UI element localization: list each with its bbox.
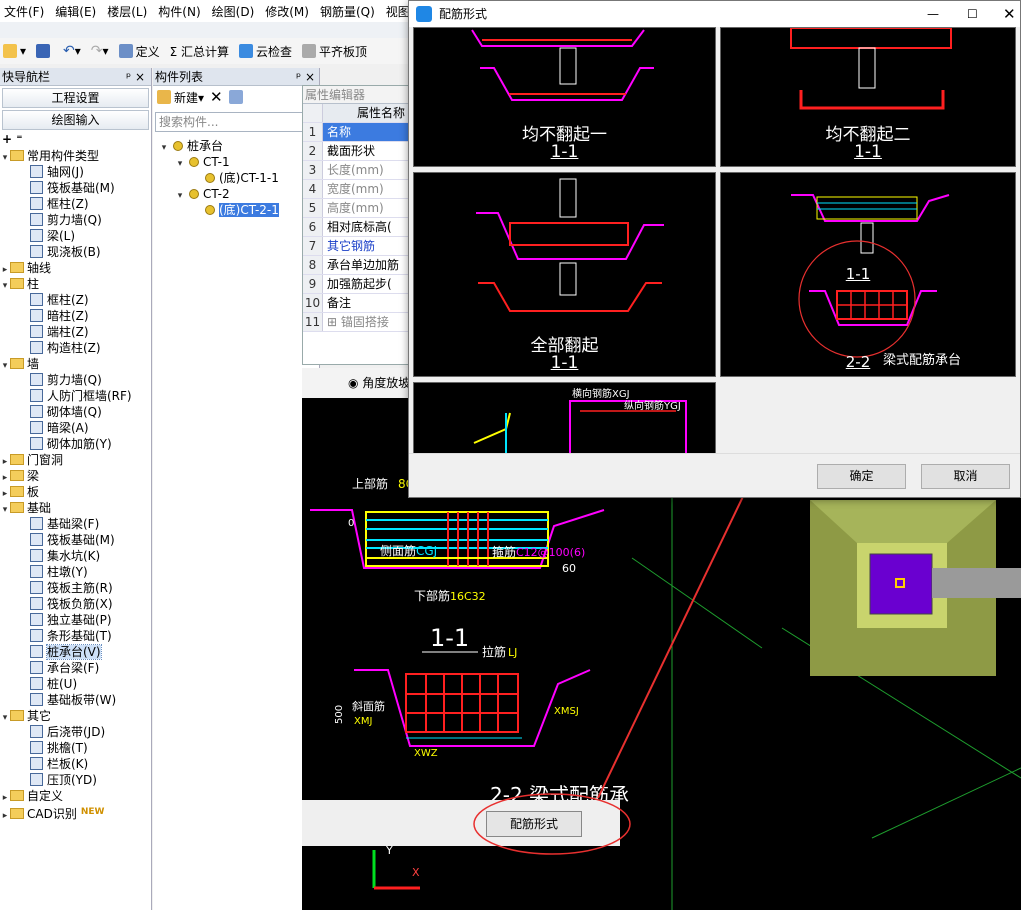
close-button[interactable]: ✕	[1003, 1, 1016, 27]
thumb-4-section-1: 1-1	[845, 265, 871, 283]
thumb-drawing-5	[473, 400, 687, 453]
thumb-4-caption: 梁式配筋承台	[883, 353, 962, 368]
thumb-3-section: 1-1	[550, 353, 579, 373]
dialog-footer: 确定 取消	[409, 453, 1020, 497]
dialog-thumbnails: 均不翻起一 1-1 均不翻起二 1-1 全部翻起 1-1 1-1 2-2 梁式配…	[409, 27, 1020, 453]
thumb-all-bend[interactable]: 全部翻起 1-1	[413, 172, 716, 377]
thumb-no-bend-2[interactable]: 均不翻起二 1-1	[720, 27, 1016, 167]
dialog-title: 配筋形式	[439, 7, 488, 21]
thumb-2-section: 1-1	[854, 142, 882, 162]
cancel-button[interactable]: 取消	[921, 464, 1010, 489]
dialog-titlebar: 配筋形式 — ☐ ✕	[409, 1, 1020, 27]
reinforcement-form-dialog: 配筋形式 — ☐ ✕ 均不翻起一 1-1 均不翻起二 1-1 全部翻起 1-1 …	[408, 0, 1021, 498]
thumb-beam-style-cap[interactable]: 1-1 2-2 梁式配筋承台	[720, 172, 1016, 377]
thumb-4-section-2: 2-2	[845, 353, 871, 371]
thumb-5-label-a: 横向钢筋XGJ	[572, 389, 630, 400]
thumb-no-bend-1[interactable]: 均不翻起一 1-1	[413, 27, 716, 167]
thumb-1-section: 1-1	[550, 142, 579, 162]
app-icon	[416, 6, 432, 22]
ok-button[interactable]: 确定	[817, 464, 906, 489]
thumb-5-label-b: 纵向钢筋YGJ	[624, 401, 681, 412]
minimize-button[interactable]: —	[927, 1, 939, 27]
thumb-grid-style[interactable]: 横向钢筋XGJ 纵向钢筋YGJ	[413, 382, 716, 453]
annotation-circle-button	[473, 793, 631, 855]
maximize-button[interactable]: ☐	[967, 1, 978, 27]
